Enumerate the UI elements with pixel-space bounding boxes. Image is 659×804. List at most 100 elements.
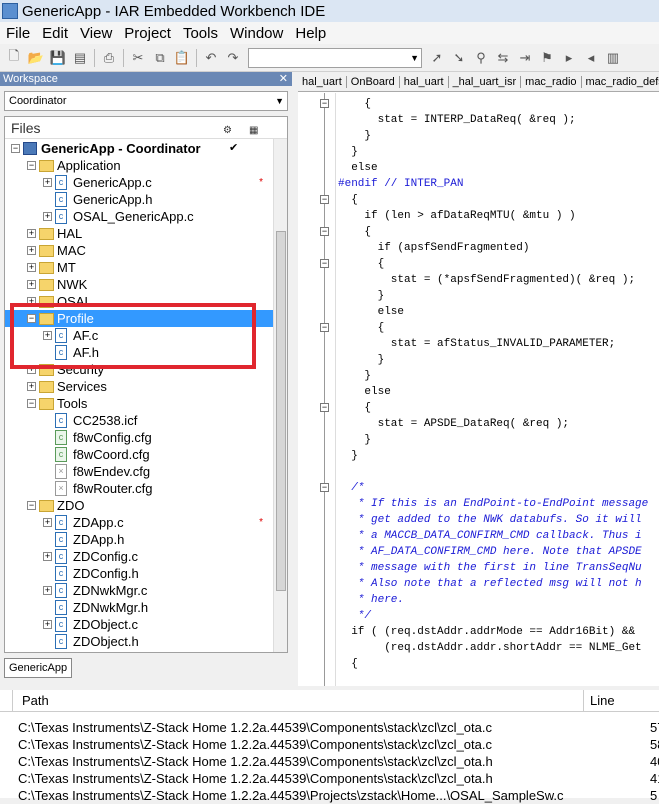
tree-file[interactable]: + c ZDConfig.c [5, 548, 273, 565]
bookmark-icon[interactable]: ⚑ [536, 47, 558, 69]
collapse-icon[interactable]: − [320, 195, 329, 204]
tree-file[interactable]: c f8wCoord.cfg [5, 446, 273, 463]
collapse-icon[interactable]: − [320, 259, 329, 268]
find-prev-icon[interactable]: ➘ [448, 47, 470, 69]
col-line-header[interactable]: Line [583, 690, 659, 712]
editor-tab[interactable]: OnBoard [347, 75, 400, 88]
expand-icon[interactable]: + [27, 297, 36, 306]
menu-help[interactable]: Help [289, 25, 332, 42]
expand-icon[interactable]: + [43, 552, 52, 561]
tree-file[interactable]: c ZDApp.h [5, 531, 273, 548]
editor-tab[interactable]: mac_radio [521, 75, 582, 88]
result-row[interactable]: C:\Texas Instruments\Z-Stack Home 1.2.2a… [18, 787, 659, 804]
menu-edit[interactable]: Edit [36, 25, 74, 42]
cut-icon[interactable]: ✂ [127, 47, 149, 69]
find-combo[interactable]: ▼ [248, 47, 422, 68]
menu-tools[interactable]: Tools [177, 25, 224, 42]
paste-icon[interactable]: 📋 [171, 47, 193, 69]
tree-file[interactable]: c CC2538.icf [5, 412, 273, 429]
menu-project[interactable]: Project [118, 25, 177, 42]
collapse-icon[interactable]: − [320, 323, 329, 332]
find-icon[interactable]: ⚲ [470, 47, 492, 69]
save-icon[interactable]: 💾 [47, 47, 69, 69]
result-row[interactable]: C:\Texas Instruments\Z-Stack Home 1.2.2a… [18, 753, 659, 770]
expand-icon[interactable]: + [43, 178, 52, 187]
tree-folder[interactable]: − GenericApp - Coordinator ✔ [5, 140, 273, 157]
prev-bookmark-icon[interactable]: ◂ [580, 47, 602, 69]
tree-file[interactable]: + c OSAL_GenericApp.c [5, 208, 273, 225]
tree-folder[interactable]: + Services [5, 378, 273, 395]
expand-icon[interactable]: + [27, 246, 36, 255]
collapse-icon[interactable]: − [11, 144, 20, 153]
tree-folder[interactable]: + MT [5, 259, 273, 276]
close-icon[interactable]: ✕ [279, 72, 288, 86]
tree-file[interactable]: c AF.h [5, 344, 273, 361]
editor-tab[interactable]: hal_uart [298, 75, 347, 88]
collapse-icon[interactable]: − [27, 161, 36, 170]
tree-file[interactable]: + c AF.c [5, 327, 273, 344]
expand-icon[interactable]: + [43, 331, 52, 340]
tree-file[interactable]: + c ZDObject.c [5, 616, 273, 633]
tree-folder[interactable]: + Security [5, 361, 273, 378]
code-area[interactable]: { stat = INTERP_DataReq( &req ); } } els… [338, 93, 659, 686]
menu-window[interactable]: Window [224, 25, 289, 42]
tree-folder[interactable]: + OSAL [5, 293, 273, 310]
result-row[interactable]: C:\Texas Instruments\Z-Stack Home 1.2.2a… [18, 770, 659, 787]
col-path-header[interactable]: Path [22, 690, 49, 712]
expand-icon[interactable]: + [27, 229, 36, 238]
undo-icon[interactable]: ↶ [200, 47, 222, 69]
editor-tab[interactable]: mac_radio_defs [582, 76, 659, 88]
collapse-icon[interactable]: − [27, 399, 36, 408]
expand-icon[interactable]: + [27, 365, 36, 374]
expand-icon[interactable]: + [43, 586, 52, 595]
editor-tab[interactable]: _hal_uart_isr [449, 75, 522, 88]
tree-folder[interactable]: − Application [5, 157, 273, 174]
expand-icon[interactable]: + [27, 382, 36, 391]
expand-icon[interactable]: + [27, 263, 36, 272]
collapse-icon[interactable]: − [320, 403, 329, 412]
tree-folder[interactable]: + MAC [5, 242, 273, 259]
tree-file[interactable]: c ZDNwkMgr.h [5, 599, 273, 616]
menu-view[interactable]: View [74, 25, 118, 42]
tree-file[interactable]: c ZDConfig.h [5, 565, 273, 582]
expand-icon[interactable]: + [43, 518, 52, 527]
tree-file[interactable]: + c ZDNwkMgr.c [5, 582, 273, 599]
tree-file[interactable]: c GenericApp.h [5, 191, 273, 208]
find-next-icon[interactable]: ➚ [426, 47, 448, 69]
tree-file[interactable]: + c GenericApp.c * [5, 174, 273, 191]
tree-file[interactable]: + c ZDApp.c * [5, 514, 273, 531]
result-row[interactable]: C:\Texas Instruments\Z-Stack Home 1.2.2a… [18, 719, 659, 736]
collapse-icon[interactable]: − [320, 99, 329, 108]
expand-icon[interactable]: + [27, 280, 36, 289]
tree-folder[interactable]: + HAL [5, 225, 273, 242]
tree-folder[interactable]: − Tools [5, 395, 273, 412]
toggle-breakpoint-icon[interactable]: ▥ [602, 47, 624, 69]
expand-icon[interactable]: + [43, 620, 52, 629]
collapse-icon[interactable]: − [320, 483, 329, 492]
save-all-icon[interactable]: ▤ [69, 47, 91, 69]
collapse-icon[interactable]: − [320, 227, 329, 236]
tree-folder[interactable]: − ZDO [5, 497, 273, 514]
collapse-icon[interactable]: − [27, 501, 36, 510]
editor-tab[interactable]: hal_uart [400, 75, 449, 88]
expand-icon[interactable]: + [43, 212, 52, 221]
scrollbar-thumb[interactable] [276, 231, 286, 591]
tree-file[interactable]: × f8wEndev.cfg [5, 463, 273, 480]
tree-file[interactable]: c ZDObject.h [5, 633, 273, 650]
collapse-icon[interactable]: − [27, 314, 36, 323]
next-bookmark-icon[interactable]: ▸ [558, 47, 580, 69]
redo-icon[interactable]: ↷ [222, 47, 244, 69]
copy-icon[interactable]: ⧉ [149, 47, 171, 69]
open-folder-icon[interactable]: 📂 [25, 47, 47, 69]
options-icon[interactable]: ▦ [249, 120, 265, 136]
result-row[interactable]: C:\Texas Instruments\Z-Stack Home 1.2.2a… [18, 736, 659, 753]
print-icon[interactable]: ⎙ [98, 47, 120, 69]
goto-icon[interactable]: ⇥ [514, 47, 536, 69]
new-file-icon[interactable]: 🗋 [3, 47, 25, 69]
menu-file[interactable]: File [0, 25, 36, 42]
settings-icon[interactable]: ⚙ [223, 120, 239, 136]
tab-genericapp[interactable]: GenericApp [4, 658, 73, 678]
tree-file[interactable]: c f8wConfig.cfg [5, 429, 273, 446]
tree-scrollbar[interactable] [273, 139, 287, 652]
tree-file[interactable]: × f8wRouter.cfg [5, 480, 273, 497]
